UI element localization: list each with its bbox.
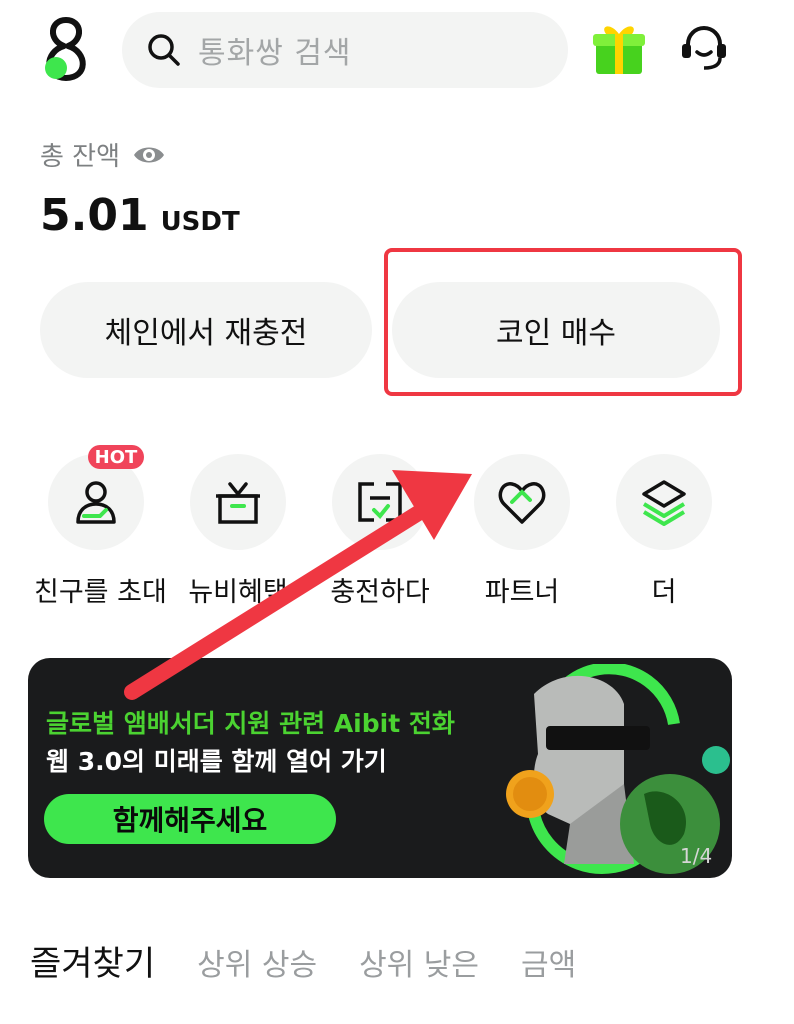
quick-menu-newbie-benefit[interactable]: 뉴비혜택 bbox=[176, 454, 300, 609]
balance-currency: USDT bbox=[160, 207, 240, 237]
quick-menu-label: 친구를 초대 bbox=[34, 577, 167, 608]
search-bar[interactable]: 통화쌍 검색 bbox=[122, 12, 568, 88]
recharge-on-chain-button[interactable]: 체인에서 재충전 bbox=[40, 282, 372, 378]
banner-join-button[interactable]: 함께해주세요 bbox=[44, 794, 336, 844]
quick-menu-more[interactable]: 더 bbox=[602, 454, 726, 609]
quick-menu-deposit[interactable]: 충전하다 bbox=[318, 454, 442, 609]
quick-menu-invite-friend[interactable]: 친구를 초대 bbox=[34, 454, 167, 609]
quick-menu-label: 충전하다 bbox=[330, 577, 430, 608]
hot-badge: HOT bbox=[88, 445, 144, 469]
quick-menu-partner[interactable]: 파트너 bbox=[460, 454, 584, 609]
balance-label: 총 잔액 bbox=[40, 142, 121, 172]
partner-heart-icon bbox=[474, 454, 570, 550]
banner-pager: 1/4 bbox=[680, 844, 713, 868]
balance-amount: 5.01 USDT bbox=[40, 190, 240, 241]
tab-top-gainers[interactable]: 상위 상승 bbox=[197, 940, 317, 984]
balance-value: 5.01 bbox=[40, 190, 149, 241]
gift-icon[interactable] bbox=[592, 20, 646, 76]
promo-banner[interactable]: 글로벌 앰배서더 지원 관련 Aibit 전화 웹 3.0의 미래를 함께 열어… bbox=[28, 658, 732, 878]
balance-label-row: 총 잔액 bbox=[40, 136, 166, 173]
tab-top-losers[interactable]: 상위 낮은 bbox=[359, 940, 479, 984]
highlight-annotation-box bbox=[384, 248, 742, 396]
deposit-card-icon bbox=[332, 454, 428, 550]
app-logo-icon[interactable] bbox=[36, 14, 96, 82]
market-tabs: 즐겨찾기 상위 상승 상위 낮은 금액 bbox=[30, 936, 618, 985]
quick-menu-label: 뉴비혜택 bbox=[188, 577, 288, 608]
gift-box-icon bbox=[190, 454, 286, 550]
quick-menu-label: 파트너 bbox=[484, 577, 560, 608]
search-placeholder: 통화쌍 검색 bbox=[198, 36, 352, 71]
more-layers-icon bbox=[616, 454, 712, 550]
tab-favorites[interactable]: 즐겨찾기 bbox=[30, 936, 155, 985]
quick-menu-label: 더 bbox=[651, 577, 677, 608]
search-icon bbox=[146, 32, 182, 68]
tab-volume[interactable]: 금액 bbox=[521, 940, 576, 984]
banner-subheadline: 웹 3.0의 미래를 함께 열어 가기 bbox=[46, 747, 387, 776]
headset-support-icon[interactable] bbox=[678, 22, 730, 74]
eye-icon[interactable] bbox=[132, 143, 166, 167]
banner-headline: 글로벌 앰배서더 지원 관련 Aibit 전화 bbox=[46, 709, 455, 738]
